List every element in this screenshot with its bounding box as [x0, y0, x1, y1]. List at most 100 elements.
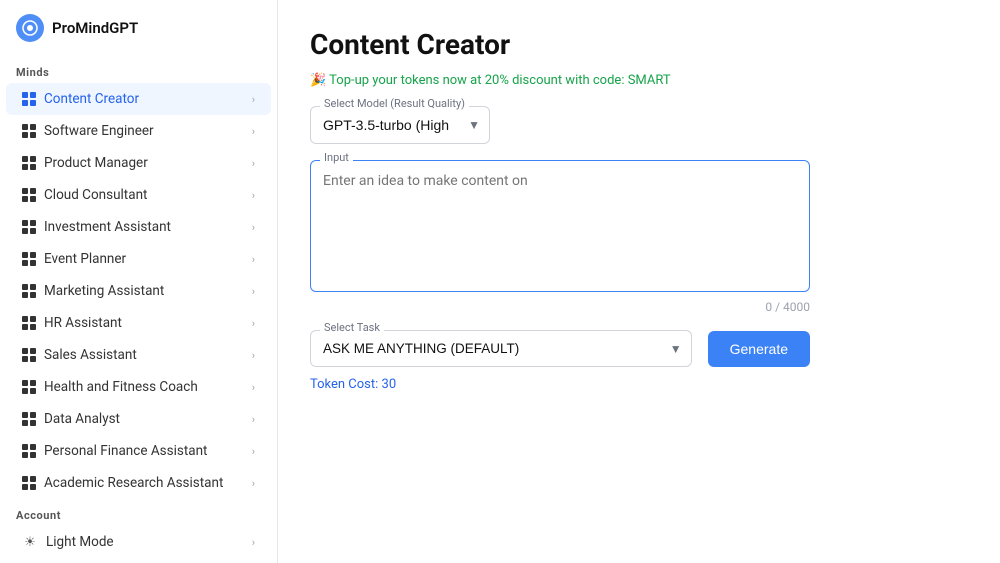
- sidebar-item-label-content-creator: Content Creator: [44, 91, 139, 107]
- chevron-icon-health-fitness-coach: ›: [252, 381, 255, 394]
- sidebar-item-label-event-planner: Event Planner: [44, 251, 126, 267]
- sidebar-item-software-engineer[interactable]: Software Engineer ›: [6, 115, 271, 147]
- page-title: Content Creator: [310, 28, 968, 61]
- nav-item-left-investment-assistant: Investment Assistant: [22, 219, 171, 235]
- model-select[interactable]: GPT-3.5-turbo (High but Fast)GPT-4 (High…: [310, 106, 490, 144]
- nav-item-left-sales-assistant: Sales Assistant: [22, 347, 137, 363]
- sidebar-item-label-health-fitness-coach: Health and Fitness Coach: [44, 379, 198, 395]
- chevron-icon-product-manager: ›: [252, 157, 255, 170]
- sidebar-item-health-fitness-coach[interactable]: Health and Fitness Coach ›: [6, 371, 271, 403]
- sidebar-item-academic-research-assistant[interactable]: Academic Research Assistant ›: [6, 467, 271, 499]
- sidebar-item-label-software-engineer: Software Engineer: [44, 123, 154, 139]
- task-label: Select Task: [320, 321, 384, 334]
- chevron-icon-personal-finance-assistant: ›: [252, 445, 255, 458]
- account-items: ☀Light Mode›😊Get Help›👤Signup / Login›: [0, 526, 277, 563]
- grid-icon-content-creator: [22, 92, 36, 106]
- sidebar-item-label-academic-research-assistant: Academic Research Assistant: [44, 475, 223, 491]
- char-count: 0 / 4000: [310, 300, 810, 314]
- chevron-icon-hr-assistant: ›: [252, 317, 255, 330]
- model-select-group: Select Model (Result Quality) GPT-3.5-tu…: [310, 106, 968, 144]
- chevron-icon-event-planner: ›: [252, 253, 255, 266]
- logo-text: ProMindGPT: [52, 19, 138, 37]
- chevron-icon-marketing-assistant: ›: [252, 285, 255, 298]
- sidebar-item-personal-finance-assistant[interactable]: Personal Finance Assistant ›: [6, 435, 271, 467]
- sidebar-item-label-sales-assistant: Sales Assistant: [44, 347, 137, 363]
- main-content: Content Creator 🎉 Top-up your tokens now…: [278, 0, 1000, 563]
- sidebar-item-label-investment-assistant: Investment Assistant: [44, 219, 171, 235]
- sidebar-item-label-marketing-assistant: Marketing Assistant: [44, 283, 164, 299]
- account-item-light-mode[interactable]: ☀ Light Mode ›: [6, 526, 271, 558]
- chevron-icon-academic-research-assistant: ›: [252, 477, 255, 490]
- minds-section-label: Minds: [0, 56, 277, 83]
- grid-icon-sales-assistant: [22, 348, 36, 362]
- task-select[interactable]: ASK ME ANYTHING (DEFAULT)Blog PostSocial…: [310, 330, 692, 367]
- grid-icon-product-manager: [22, 156, 36, 170]
- account-section: Account ☀Light Mode›😊Get Help›👤Signup / …: [0, 499, 277, 563]
- sidebar-item-label-product-manager: Product Manager: [44, 155, 148, 171]
- token-cost: Token Cost: 30: [310, 377, 968, 392]
- sidebar-item-investment-assistant[interactable]: Investment Assistant ›: [6, 211, 271, 243]
- chevron-icon-sales-assistant: ›: [252, 349, 255, 362]
- model-select-container: GPT-3.5-turbo (High but Fast)GPT-4 (High…: [310, 106, 490, 144]
- model-select-wrapper: Select Model (Result Quality) GPT-3.5-tu…: [310, 106, 490, 144]
- nav-item-left-software-engineer: Software Engineer: [22, 123, 154, 139]
- sidebar-item-product-manager[interactable]: Product Manager ›: [6, 147, 271, 179]
- task-generate-row: Select Task ASK ME ANYTHING (DEFAULT)Blo…: [310, 330, 810, 367]
- sidebar-item-content-creator[interactable]: Content Creator ›: [6, 83, 271, 115]
- grid-icon-marketing-assistant: [22, 284, 36, 298]
- sidebar-item-hr-assistant[interactable]: HR Assistant ›: [6, 307, 271, 339]
- nav-item-left-marketing-assistant: Marketing Assistant: [22, 283, 164, 299]
- grid-icon-health-fitness-coach: [22, 380, 36, 394]
- sidebar-item-label-personal-finance-assistant: Personal Finance Assistant: [44, 443, 207, 459]
- nav-item-left-content-creator: Content Creator: [22, 91, 139, 107]
- account-item-label-light-mode: Light Mode: [46, 534, 114, 550]
- sidebar-item-label-data-analyst: Data Analyst: [44, 411, 120, 427]
- sidebar-item-event-planner[interactable]: Event Planner ›: [6, 243, 271, 275]
- sidebar: ProMindGPT Minds Content Creator›Softwar…: [0, 0, 278, 563]
- grid-icon-personal-finance-assistant: [22, 444, 36, 458]
- grid-icon-academic-research-assistant: [22, 476, 36, 490]
- grid-icon-event-planner: [22, 252, 36, 266]
- content-input[interactable]: [310, 160, 810, 292]
- nav-item-left-health-fitness-coach: Health and Fitness Coach: [22, 379, 198, 395]
- sidebar-item-label-cloud-consultant: Cloud Consultant: [44, 187, 147, 203]
- input-group: Input 0 / 4000: [310, 160, 968, 314]
- logo-icon: [16, 14, 44, 42]
- sidebar-item-sales-assistant[interactable]: Sales Assistant ›: [6, 339, 271, 371]
- grid-icon-software-engineer: [22, 124, 36, 138]
- nav-item-left-hr-assistant: HR Assistant: [22, 315, 122, 331]
- promo-emoji: 🎉: [310, 73, 326, 88]
- promo-text: Top-up your tokens now at 20% discount w…: [329, 73, 670, 88]
- input-textarea-wrapper: Input: [310, 160, 968, 296]
- input-label: Input: [320, 151, 353, 164]
- grid-icon-investment-assistant: [22, 220, 36, 234]
- model-label: Select Model (Result Quality): [320, 97, 469, 110]
- nav-item-left-personal-finance-assistant: Personal Finance Assistant: [22, 443, 207, 459]
- nav-items: Content Creator›Software Engineer›Produc…: [0, 83, 277, 499]
- chevron-icon-investment-assistant: ›: [252, 221, 255, 234]
- sidebar-item-data-analyst[interactable]: Data Analyst ›: [6, 403, 271, 435]
- nav-item-left-academic-research-assistant: Academic Research Assistant: [22, 475, 223, 491]
- sidebar-item-cloud-consultant[interactable]: Cloud Consultant ›: [6, 179, 271, 211]
- account-item-get-help[interactable]: 😊Get Help›: [6, 558, 271, 563]
- chevron-icon-cloud-consultant: ›: [252, 189, 255, 202]
- logo-area: ProMindGPT: [0, 0, 277, 56]
- promo-banner: 🎉 Top-up your tokens now at 20% discount…: [310, 73, 968, 88]
- chevron-icon-content-creator: ›: [252, 93, 255, 106]
- chevron-icon-software-engineer: ›: [252, 125, 255, 138]
- sidebar-item-label-hr-assistant: HR Assistant: [44, 315, 122, 331]
- nav-item-left-event-planner: Event Planner: [22, 251, 126, 267]
- generate-button[interactable]: Generate: [708, 331, 810, 367]
- light-mode-icon: ☀: [22, 534, 38, 550]
- task-select-wrapper: Select Task ASK ME ANYTHING (DEFAULT)Blo…: [310, 330, 692, 367]
- grid-icon-hr-assistant: [22, 316, 36, 330]
- nav-item-left-data-analyst: Data Analyst: [22, 411, 120, 427]
- nav-item-left-cloud-consultant: Cloud Consultant: [22, 187, 147, 203]
- chevron-icon-data-analyst: ›: [252, 413, 255, 426]
- account-section-label: Account: [0, 499, 277, 526]
- grid-icon-cloud-consultant: [22, 188, 36, 202]
- grid-icon-data-analyst: [22, 412, 36, 426]
- nav-item-left-product-manager: Product Manager: [22, 155, 148, 171]
- chevron-icon-account-light-mode: ›: [252, 536, 255, 549]
- sidebar-item-marketing-assistant[interactable]: Marketing Assistant ›: [6, 275, 271, 307]
